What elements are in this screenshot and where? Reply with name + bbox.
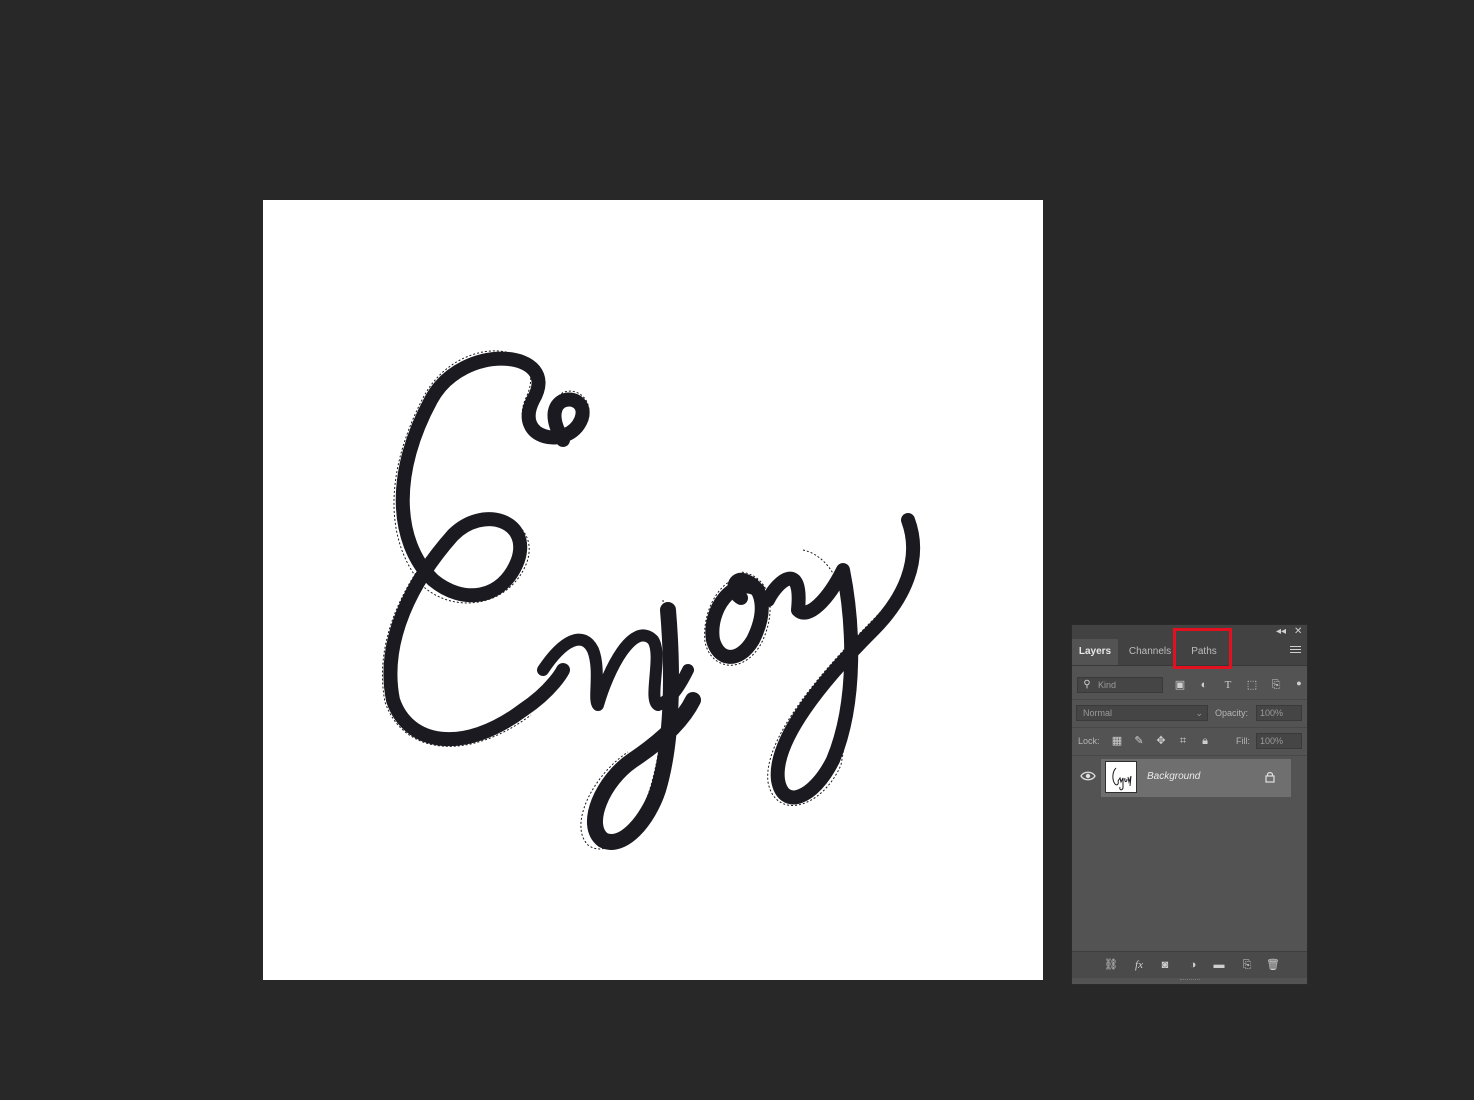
blend-mode-select[interactable]: Normal ⌄ xyxy=(1076,705,1208,721)
blend-row: Normal ⌄ Opacity: 100% xyxy=(1072,701,1307,725)
adjustment-layer-filter-icon[interactable]: ◐ xyxy=(1197,678,1211,692)
lock-all-icon[interactable]: 🔒︎ xyxy=(1198,734,1212,748)
link-layers-icon[interactable]: ⛓︎ xyxy=(1104,958,1118,972)
lettering-strokes xyxy=(381,350,921,850)
lock-artboard-icon[interactable]: ⌗ xyxy=(1176,734,1190,748)
lock-transparent-pixels-icon[interactable]: ▦ xyxy=(1110,734,1124,748)
layer-thumbnail xyxy=(1105,761,1137,793)
close-panel-icon[interactable]: ✕ xyxy=(1294,626,1302,638)
fill-field[interactable]: 100% xyxy=(1256,733,1302,749)
document-canvas[interactable] xyxy=(263,200,1043,980)
filter-row: Kind ⚲ ▣ ◐ T ⬚ ⎘ ● xyxy=(1072,673,1307,697)
layer-thumbnail-artwork xyxy=(1112,767,1132,791)
delete-layer-icon[interactable]: 🗑︎ xyxy=(1266,958,1280,972)
divider xyxy=(1072,699,1307,700)
blend-mode-value: Normal xyxy=(1083,708,1113,718)
pixel-layer-filter-icon[interactable]: ▣ xyxy=(1173,678,1187,692)
opacity-field[interactable]: 100% xyxy=(1256,705,1302,721)
divider xyxy=(1072,727,1307,728)
panel-resize-grip[interactable] xyxy=(1180,979,1200,983)
new-layer-icon[interactable]: ⎘ xyxy=(1240,958,1254,972)
smart-object-filter-icon[interactable]: ⎘ xyxy=(1269,678,1283,692)
filter-toggle-icon[interactable]: ● xyxy=(1292,676,1306,690)
tab-channels[interactable]: Channels xyxy=(1120,639,1180,665)
lock-position-icon[interactable]: ✥ xyxy=(1154,734,1168,748)
search-icon: ⚲ xyxy=(1083,679,1091,690)
adjustment-layer-icon[interactable]: ◑ xyxy=(1186,958,1200,972)
layers-panel: ◂◂ ✕ Layers Channels Paths Kind ⚲ ▣ ◐ T … xyxy=(1071,624,1308,985)
collapse-panel-icon[interactable]: ◂◂ xyxy=(1276,626,1286,638)
opacity-value: 100% xyxy=(1260,708,1284,718)
fx-icon[interactable]: fx xyxy=(1132,958,1146,972)
lock-row: Lock: ▦ ✎ ✥ ⌗ 🔒︎ Fill: 100% xyxy=(1072,729,1307,753)
panel-menu-icon[interactable] xyxy=(1290,646,1301,656)
shape-layer-filter-icon[interactable]: ⬚ xyxy=(1245,678,1259,692)
paths-tab-highlight xyxy=(1173,628,1232,669)
opacity-label: Opacity: xyxy=(1215,708,1249,718)
lock-label: Lock: xyxy=(1078,736,1100,746)
layers-bottom-toolbar: ⛓︎ fx ◙ ◑ ▬ ⎘ 🗑︎ xyxy=(1072,951,1307,978)
eye-icon[interactable] xyxy=(1080,770,1096,782)
new-group-icon[interactable]: ▬ xyxy=(1212,958,1226,972)
fill-label: Fill: xyxy=(1236,736,1250,746)
layer-name[interactable]: Background xyxy=(1147,771,1200,782)
tab-layers[interactable]: Layers xyxy=(1072,639,1118,665)
type-layer-filter-icon[interactable]: T xyxy=(1221,678,1235,692)
fill-value: 100% xyxy=(1260,736,1284,746)
add-mask-icon[interactable]: ◙ xyxy=(1158,958,1172,972)
divider xyxy=(1072,755,1307,756)
lock-image-pixels-icon[interactable]: ✎ xyxy=(1132,734,1146,748)
enjoy-lettering-artwork xyxy=(381,350,921,850)
filter-kind-label: Kind xyxy=(1098,680,1117,690)
chevron-down-icon: ⌄ xyxy=(1195,708,1203,718)
lock-icon xyxy=(1265,772,1275,783)
